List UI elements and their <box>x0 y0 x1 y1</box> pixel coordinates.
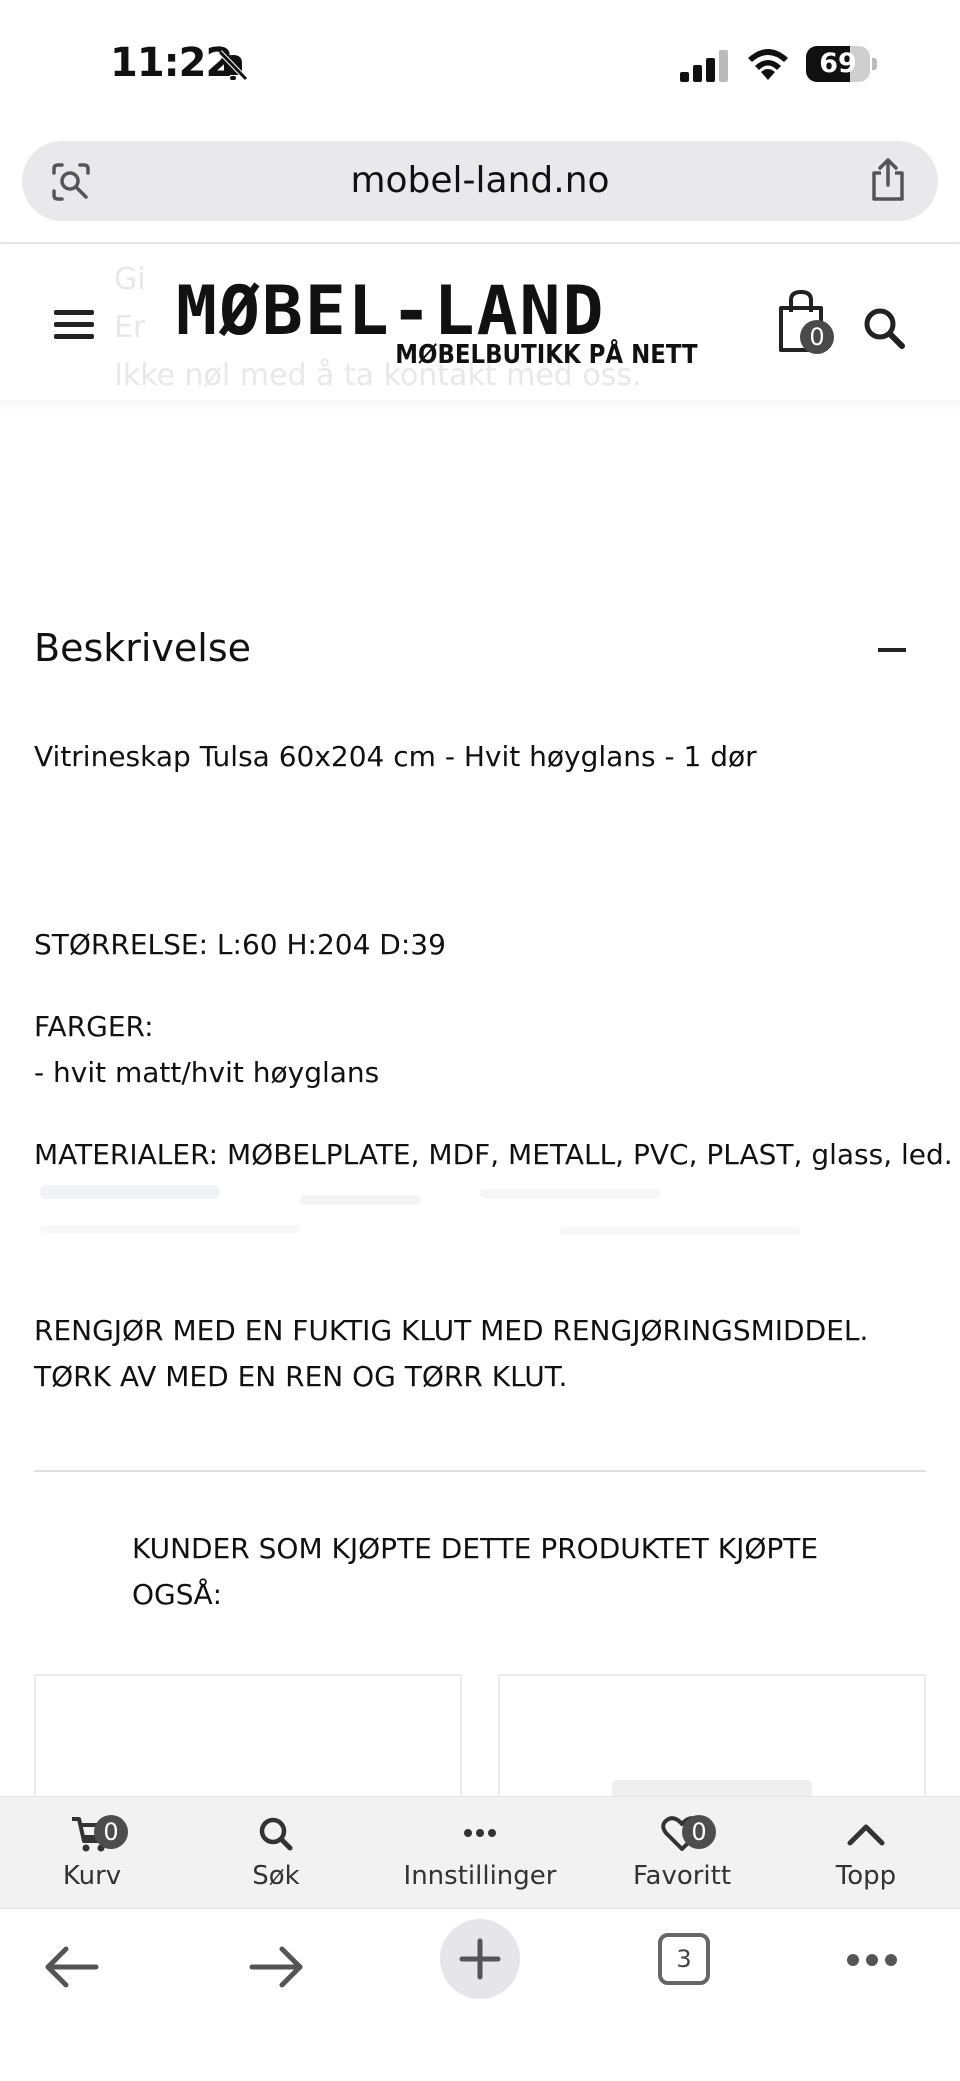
url-text[interactable]: mobel-land.no <box>22 141 938 221</box>
site-logo[interactable]: MØBEL-LAND MØBELBUTIKK PÅ NETT <box>176 272 706 376</box>
toolbar-cart[interactable]: 0 Kurv <box>2 1797 182 1909</box>
care-line-2: TØRK AV MED EN REN OG TØRR KLUT. <box>34 1360 568 1393</box>
visual-lookup-icon[interactable] <box>50 161 92 203</box>
toolbar-search[interactable]: Søk <box>186 1797 366 1909</box>
battery-icon: 69 <box>806 46 877 82</box>
chevron-up-icon <box>847 1824 885 1846</box>
tabs-icon[interactable]: 3 <box>658 1933 710 1985</box>
ghost-text: Gi <box>114 262 146 297</box>
toolbar-top[interactable]: Topp <box>776 1797 956 1909</box>
colors-value: - hvit matt/hvit høyglans <box>34 1056 380 1089</box>
bell-slash-icon <box>218 50 248 81</box>
back-arrow-icon[interactable] <box>40 1935 104 1999</box>
favorites-badge: 0 <box>682 1815 716 1849</box>
toolbar-label: Topp <box>835 1861 897 1891</box>
toolbar-label: Favoritt <box>632 1861 732 1891</box>
search-icon[interactable] <box>862 306 906 350</box>
related-products-title: KUNDER SOM KJØPTE DETTE PRODUKTET KJØPTE… <box>132 1532 819 1611</box>
plus-icon <box>459 1938 501 1980</box>
product-line: Vitrineskap Tulsa 60x204 cm - Hvit høygl… <box>34 740 757 773</box>
cart-badge: 0 <box>94 1815 128 1849</box>
section-title[interactable]: Beskrivelse <box>34 626 251 670</box>
browser-toolbar: 3 <box>0 1908 960 2081</box>
toolbar-label: Søk <box>252 1861 300 1891</box>
collapse-icon[interactable] <box>878 648 906 652</box>
signal-icon <box>680 50 728 82</box>
status-time: 11:22 <box>110 40 233 86</box>
toolbar-settings[interactable]: Innstillinger <box>390 1797 570 1909</box>
toolbar-label: Kurv <box>62 1861 122 1891</box>
wifi-icon <box>748 49 788 80</box>
size-text: STØRRELSE: L:60 H:204 D:39 <box>34 928 446 961</box>
site-header: Gi Er Ikke nøl med å ta kontakt med oss.… <box>0 244 960 400</box>
cart-count-badge: 0 <box>800 320 834 354</box>
share-icon[interactable] <box>868 157 908 203</box>
more-dots-icon <box>464 1829 496 1837</box>
more-icon[interactable] <box>846 1953 898 1967</box>
blurred-artifact <box>40 1185 800 1235</box>
site-bottom-toolbar: 0 Kurv Søk Innstillinger 0 Favoritt Topp <box>0 1796 960 1908</box>
logo-tagline: MØBELBUTIKK PÅ NETT <box>395 340 698 370</box>
colors-label: FARGER: <box>34 1010 154 1043</box>
new-tab-button[interactable] <box>440 1919 520 1999</box>
care-line-1: RENGJØR MED EN FUKTIG KLUT MED RENGJØRIN… <box>34 1314 869 1347</box>
toolbar-label: Innstillinger <box>403 1861 557 1891</box>
divider <box>34 1470 926 1472</box>
forward-arrow-icon[interactable] <box>244 1935 308 1999</box>
toolbar-favorites[interactable]: 0 Favoritt <box>592 1797 772 1909</box>
menu-icon[interactable] <box>54 310 94 340</box>
materials-text: MATERIALER: MØBELPLATE, MDF, METALL, PVC… <box>34 1138 953 1171</box>
status-bar: 11:22 69 <box>0 0 960 130</box>
battery-level: 69 <box>819 48 857 79</box>
address-bar[interactable]: mobel-land.no <box>22 141 938 221</box>
search-icon <box>259 1817 293 1851</box>
ghost-text: Er <box>114 310 146 345</box>
